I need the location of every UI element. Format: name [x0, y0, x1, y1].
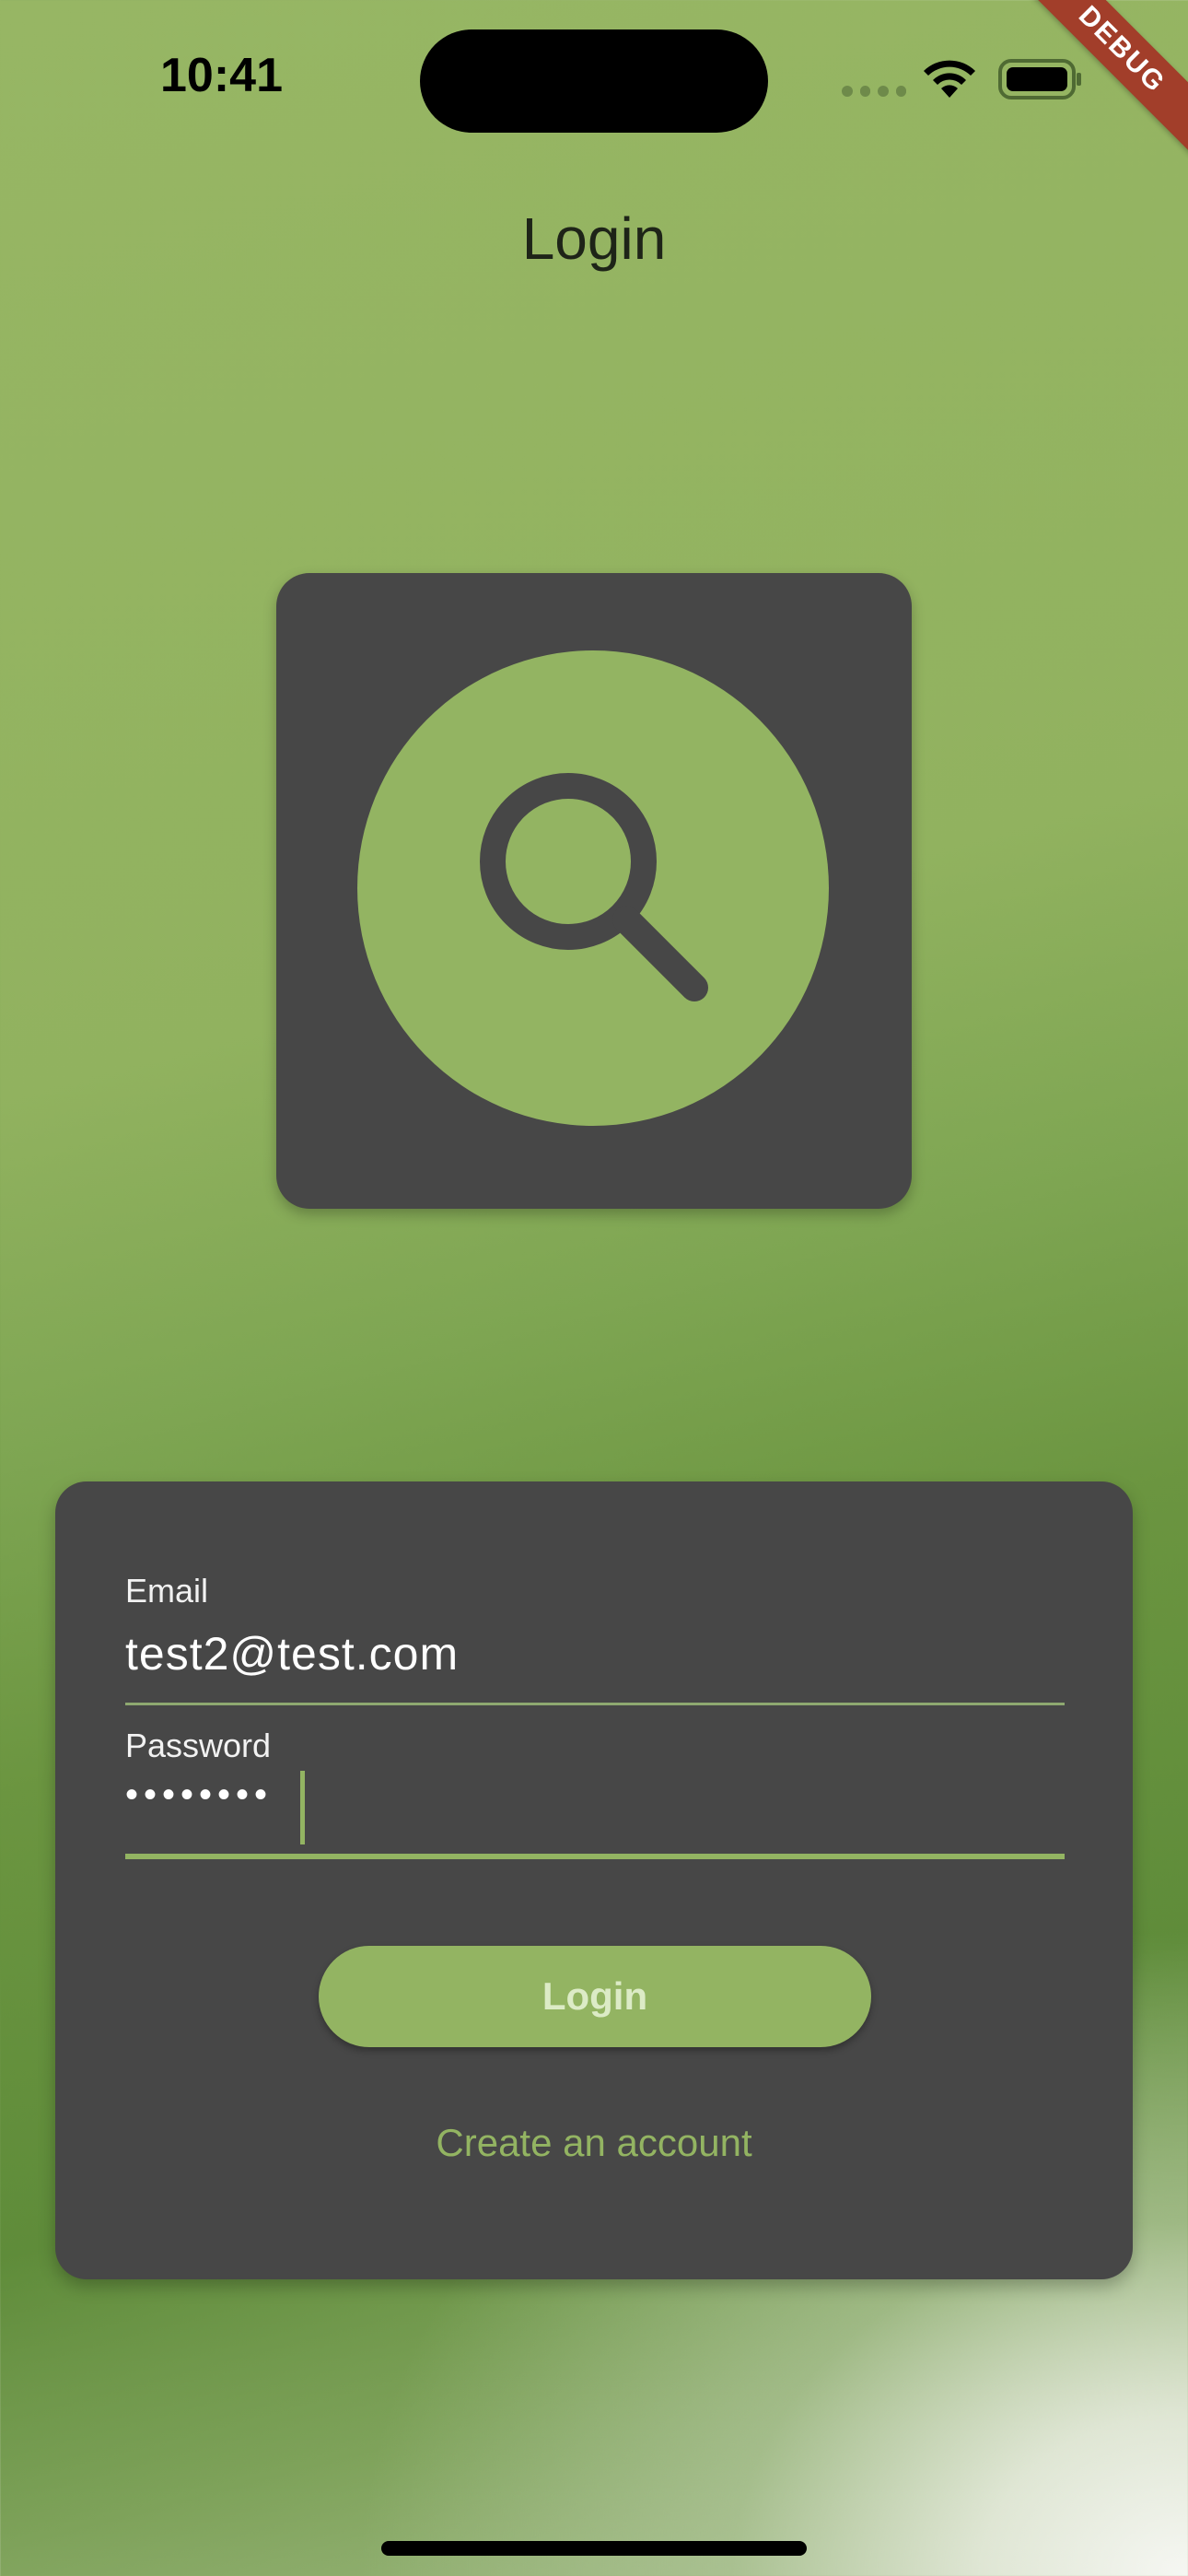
home-indicator[interactable] [381, 2541, 807, 2556]
password-field[interactable]: •••••••• [125, 1774, 273, 1816]
status-time: 10:41 [160, 49, 283, 102]
email-label: Email [125, 1572, 209, 1610]
search-icon [480, 773, 708, 1001]
email-field[interactable]: test2@test.com [125, 1627, 1046, 1680]
wifi-icon [924, 60, 975, 98]
page-title: Login [521, 205, 667, 272]
email-field-underline [125, 1703, 1065, 1705]
login-button[interactable]: Login [319, 1946, 871, 2047]
dynamic-island [420, 29, 768, 133]
password-label: Password [125, 1727, 272, 1764]
cellular-signal-icon [842, 86, 906, 97]
battery-icon [998, 59, 1081, 100]
create-account-link[interactable]: Create an account [55, 2121, 1133, 2165]
app-logo [276, 573, 912, 1209]
login-form-card: Email test2@test.com Password •••••••• L… [55, 1481, 1133, 2279]
logo-circle [357, 650, 829, 1126]
text-cursor [300, 1771, 305, 1844]
password-field-underline [125, 1854, 1065, 1859]
